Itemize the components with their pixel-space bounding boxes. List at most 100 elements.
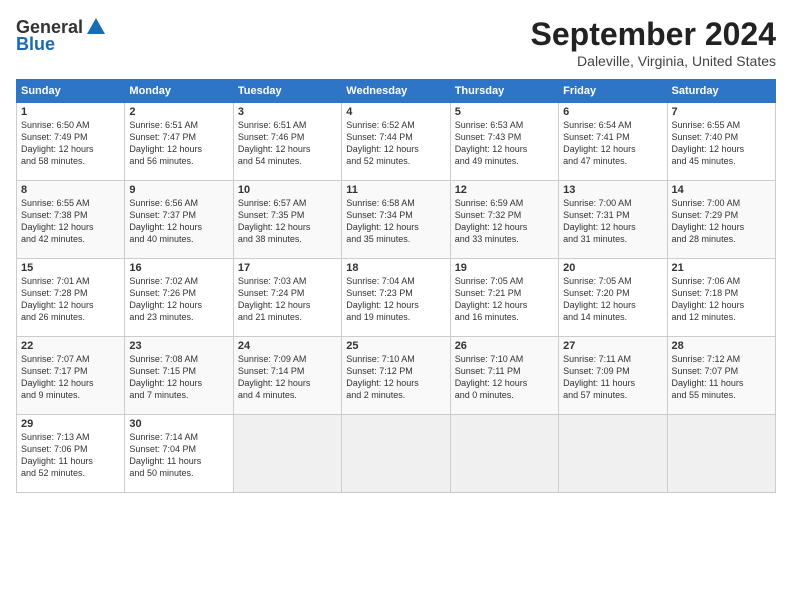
- header: General Blue September 2024 Daleville, V…: [16, 16, 776, 69]
- day-cell: 14Sunrise: 7:00 AMSunset: 7:29 PMDayligh…: [667, 181, 775, 259]
- day-info: Sunrise: 6:58 AMSunset: 7:34 PMDaylight:…: [346, 197, 445, 246]
- day-number: 1: [21, 106, 120, 118]
- logo: General Blue: [16, 16, 107, 55]
- day-cell: 30Sunrise: 7:14 AMSunset: 7:04 PMDayligh…: [125, 415, 233, 493]
- day-info: Sunrise: 6:51 AMSunset: 7:46 PMDaylight:…: [238, 119, 337, 168]
- day-number: 19: [455, 262, 554, 274]
- day-info: Sunrise: 6:57 AMSunset: 7:35 PMDaylight:…: [238, 197, 337, 246]
- day-info: Sunrise: 6:54 AMSunset: 7:41 PMDaylight:…: [563, 119, 662, 168]
- day-cell: 19Sunrise: 7:05 AMSunset: 7:21 PMDayligh…: [450, 259, 558, 337]
- day-info: Sunrise: 7:03 AMSunset: 7:24 PMDaylight:…: [238, 275, 337, 324]
- day-number: 29: [21, 418, 120, 430]
- day-number: 5: [455, 106, 554, 118]
- week-row-4: 22Sunrise: 7:07 AMSunset: 7:17 PMDayligh…: [17, 337, 776, 415]
- day-number: 26: [455, 340, 554, 352]
- day-info: Sunrise: 7:10 AMSunset: 7:11 PMDaylight:…: [455, 353, 554, 402]
- day-cell: 3Sunrise: 6:51 AMSunset: 7:46 PMDaylight…: [233, 103, 341, 181]
- col-sunday: Sunday: [17, 80, 125, 103]
- day-number: 27: [563, 340, 662, 352]
- col-monday: Monday: [125, 80, 233, 103]
- col-thursday: Thursday: [450, 80, 558, 103]
- day-number: 8: [21, 184, 120, 196]
- day-cell: 12Sunrise: 6:59 AMSunset: 7:32 PMDayligh…: [450, 181, 558, 259]
- day-number: 2: [129, 106, 228, 118]
- day-number: 16: [129, 262, 228, 274]
- day-number: 3: [238, 106, 337, 118]
- day-number: 30: [129, 418, 228, 430]
- day-number: 9: [129, 184, 228, 196]
- day-info: Sunrise: 7:05 AMSunset: 7:21 PMDaylight:…: [455, 275, 554, 324]
- day-number: 10: [238, 184, 337, 196]
- day-info: Sunrise: 7:12 AMSunset: 7:07 PMDaylight:…: [672, 353, 771, 402]
- day-cell: 1Sunrise: 6:50 AMSunset: 7:49 PMDaylight…: [17, 103, 125, 181]
- day-cell: 21Sunrise: 7:06 AMSunset: 7:18 PMDayligh…: [667, 259, 775, 337]
- day-cell: 6Sunrise: 6:54 AMSunset: 7:41 PMDaylight…: [559, 103, 667, 181]
- day-info: Sunrise: 7:13 AMSunset: 7:06 PMDaylight:…: [21, 431, 120, 480]
- day-cell: 2Sunrise: 6:51 AMSunset: 7:47 PMDaylight…: [125, 103, 233, 181]
- day-info: Sunrise: 6:55 AMSunset: 7:38 PMDaylight:…: [21, 197, 120, 246]
- day-info: Sunrise: 6:50 AMSunset: 7:49 PMDaylight:…: [21, 119, 120, 168]
- day-cell: 15Sunrise: 7:01 AMSunset: 7:28 PMDayligh…: [17, 259, 125, 337]
- day-cell: 26Sunrise: 7:10 AMSunset: 7:11 PMDayligh…: [450, 337, 558, 415]
- day-cell: 10Sunrise: 6:57 AMSunset: 7:35 PMDayligh…: [233, 181, 341, 259]
- day-info: Sunrise: 7:05 AMSunset: 7:20 PMDaylight:…: [563, 275, 662, 324]
- day-info: Sunrise: 7:11 AMSunset: 7:09 PMDaylight:…: [563, 353, 662, 402]
- day-info: Sunrise: 7:07 AMSunset: 7:17 PMDaylight:…: [21, 353, 120, 402]
- week-row-2: 8Sunrise: 6:55 AMSunset: 7:38 PMDaylight…: [17, 181, 776, 259]
- day-cell: 17Sunrise: 7:03 AMSunset: 7:24 PMDayligh…: [233, 259, 341, 337]
- day-cell: 28Sunrise: 7:12 AMSunset: 7:07 PMDayligh…: [667, 337, 775, 415]
- day-number: 21: [672, 262, 771, 274]
- day-cell: [450, 415, 558, 493]
- day-number: 6: [563, 106, 662, 118]
- location: Daleville, Virginia, United States: [531, 53, 776, 69]
- day-number: 22: [21, 340, 120, 352]
- day-number: 13: [563, 184, 662, 196]
- day-cell: [342, 415, 450, 493]
- day-info: Sunrise: 7:02 AMSunset: 7:26 PMDaylight:…: [129, 275, 228, 324]
- day-cell: 16Sunrise: 7:02 AMSunset: 7:26 PMDayligh…: [125, 259, 233, 337]
- day-cell: 27Sunrise: 7:11 AMSunset: 7:09 PMDayligh…: [559, 337, 667, 415]
- day-info: Sunrise: 7:08 AMSunset: 7:15 PMDaylight:…: [129, 353, 228, 402]
- week-row-1: 1Sunrise: 6:50 AMSunset: 7:49 PMDaylight…: [17, 103, 776, 181]
- day-info: Sunrise: 6:59 AMSunset: 7:32 PMDaylight:…: [455, 197, 554, 246]
- day-cell: 29Sunrise: 7:13 AMSunset: 7:06 PMDayligh…: [17, 415, 125, 493]
- day-number: 11: [346, 184, 445, 196]
- day-info: Sunrise: 6:53 AMSunset: 7:43 PMDaylight:…: [455, 119, 554, 168]
- day-number: 12: [455, 184, 554, 196]
- day-cell: [233, 415, 341, 493]
- day-number: 4: [346, 106, 445, 118]
- day-cell: 13Sunrise: 7:00 AMSunset: 7:31 PMDayligh…: [559, 181, 667, 259]
- week-row-3: 15Sunrise: 7:01 AMSunset: 7:28 PMDayligh…: [17, 259, 776, 337]
- col-wednesday: Wednesday: [342, 80, 450, 103]
- day-cell: 4Sunrise: 6:52 AMSunset: 7:44 PMDaylight…: [342, 103, 450, 181]
- calendar-table: Sunday Monday Tuesday Wednesday Thursday…: [16, 79, 776, 493]
- month-title: September 2024: [531, 16, 776, 53]
- day-cell: [667, 415, 775, 493]
- day-number: 18: [346, 262, 445, 274]
- day-cell: 25Sunrise: 7:10 AMSunset: 7:12 PMDayligh…: [342, 337, 450, 415]
- col-saturday: Saturday: [667, 80, 775, 103]
- day-cell: 8Sunrise: 6:55 AMSunset: 7:38 PMDaylight…: [17, 181, 125, 259]
- day-info: Sunrise: 7:01 AMSunset: 7:28 PMDaylight:…: [21, 275, 120, 324]
- day-cell: 9Sunrise: 6:56 AMSunset: 7:37 PMDaylight…: [125, 181, 233, 259]
- day-cell: 24Sunrise: 7:09 AMSunset: 7:14 PMDayligh…: [233, 337, 341, 415]
- day-number: 20: [563, 262, 662, 274]
- day-cell: [559, 415, 667, 493]
- day-cell: 22Sunrise: 7:07 AMSunset: 7:17 PMDayligh…: [17, 337, 125, 415]
- title-area: September 2024 Daleville, Virginia, Unit…: [531, 16, 776, 69]
- day-number: 7: [672, 106, 771, 118]
- day-number: 17: [238, 262, 337, 274]
- logo-icon: [85, 16, 107, 38]
- day-number: 28: [672, 340, 771, 352]
- week-row-5: 29Sunrise: 7:13 AMSunset: 7:06 PMDayligh…: [17, 415, 776, 493]
- day-info: Sunrise: 7:10 AMSunset: 7:12 PMDaylight:…: [346, 353, 445, 402]
- day-info: Sunrise: 7:00 AMSunset: 7:29 PMDaylight:…: [672, 197, 771, 246]
- day-number: 25: [346, 340, 445, 352]
- day-number: 15: [21, 262, 120, 274]
- header-row: Sunday Monday Tuesday Wednesday Thursday…: [17, 80, 776, 103]
- main-container: General Blue September 2024 Daleville, V…: [0, 0, 792, 501]
- day-info: Sunrise: 6:51 AMSunset: 7:47 PMDaylight:…: [129, 119, 228, 168]
- col-tuesday: Tuesday: [233, 80, 341, 103]
- day-info: Sunrise: 6:52 AMSunset: 7:44 PMDaylight:…: [346, 119, 445, 168]
- day-info: Sunrise: 7:09 AMSunset: 7:14 PMDaylight:…: [238, 353, 337, 402]
